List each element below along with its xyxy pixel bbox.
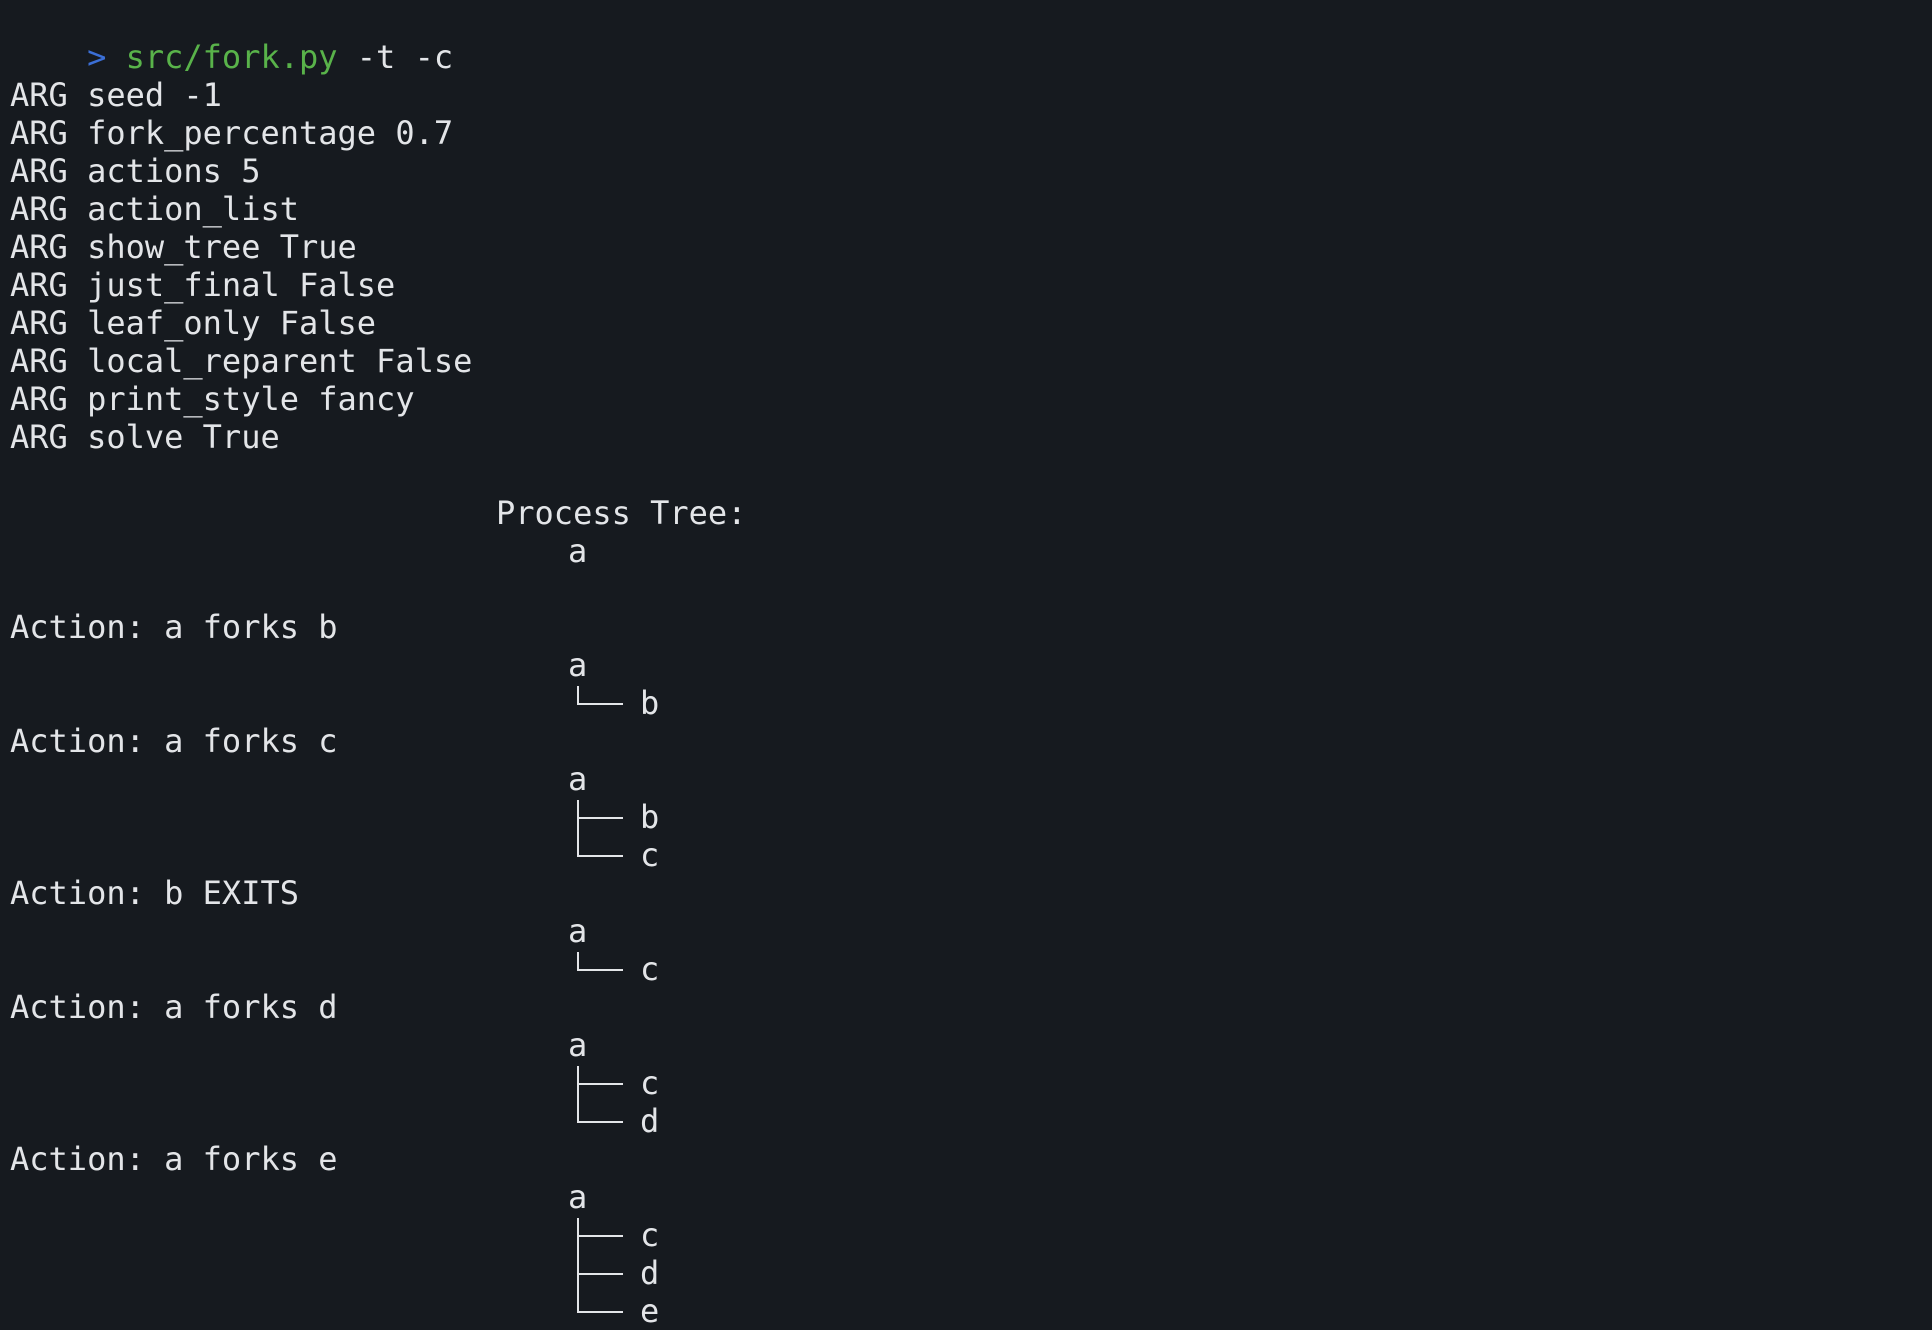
tree-connector <box>577 1235 623 1275</box>
arg-line: ARG action_list <box>10 190 299 228</box>
action-line: Action: a forks b <box>10 608 338 646</box>
tree-root: a <box>568 760 588 798</box>
tree-child: c <box>640 950 660 988</box>
tree-root: a <box>568 646 588 684</box>
arg-line: ARG print_style fancy <box>10 380 415 418</box>
tree-connector <box>577 952 623 971</box>
tree-child: b <box>640 684 660 722</box>
action-line: Action: a forks c <box>10 722 338 760</box>
terminal-window[interactable]: > src/fork.py -t -c ARG seed -1 ARG fork… <box>0 0 1932 1330</box>
tree-connector <box>577 1273 623 1313</box>
arg-line: ARG just_final False <box>10 266 396 304</box>
tree-child: c <box>640 1064 660 1102</box>
arg-line: ARG fork_percentage 0.7 <box>10 114 454 152</box>
tree-root: a <box>568 1026 588 1064</box>
tree-root: a <box>568 912 588 950</box>
action-line: Action: b EXITS <box>10 874 299 912</box>
action-line: Action: a forks d <box>10 988 338 1026</box>
tree-child: c <box>640 836 660 874</box>
tree-child: c <box>640 1216 660 1254</box>
arg-line: ARG local_reparent False <box>10 342 473 380</box>
tree-child: e <box>640 1292 660 1330</box>
arg-line: ARG actions 5 <box>10 152 261 190</box>
command-args: -t -c <box>356 38 454 76</box>
command-prompt: > src/fork.py -t -c <box>10 0 453 76</box>
command-path: src/fork.py <box>125 38 338 76</box>
arg-line: ARG solve True <box>10 418 280 456</box>
tree-root: a <box>568 532 588 570</box>
tree-child: d <box>640 1254 660 1292</box>
prompt-arrow: > <box>87 38 107 76</box>
arg-line: ARG leaf_only False <box>10 304 377 342</box>
arg-line: ARG seed -1 <box>10 76 222 114</box>
action-line: Action: a forks e <box>10 1140 338 1178</box>
arg-line: ARG show_tree True <box>10 228 357 266</box>
tree-root: a <box>568 1178 588 1216</box>
tree-child: d <box>640 1102 660 1140</box>
process-tree-header: Process Tree: <box>496 494 747 532</box>
tree-connector <box>577 686 623 705</box>
tree-connector <box>577 1083 623 1123</box>
tree-connector <box>577 817 623 857</box>
tree-child: b <box>640 798 660 836</box>
